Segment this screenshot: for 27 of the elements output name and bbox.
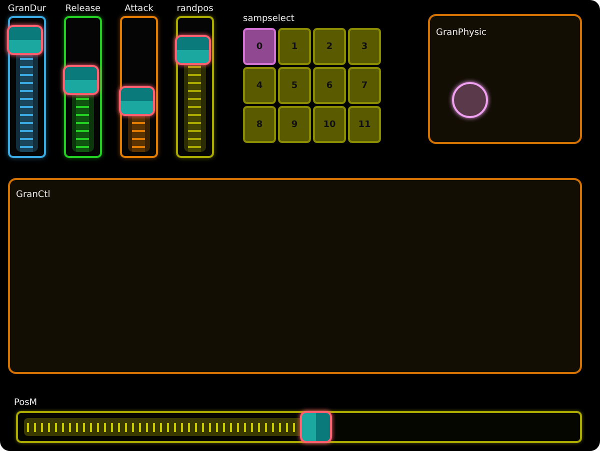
sample-pad[interactable]: 4 (243, 67, 276, 104)
sample-pad[interactable]: 5 (278, 67, 311, 104)
sample-pad[interactable]: 7 (348, 67, 381, 104)
fader-label: Release (65, 4, 101, 14)
slider-handle[interactable] (300, 411, 332, 443)
sample-pad[interactable]: 1 (278, 28, 311, 65)
sample-pad[interactable]: 11 (348, 106, 381, 143)
fader-handle[interactable] (175, 34, 211, 65)
slider-label: PosM (14, 398, 38, 408)
sample-pad[interactable]: 2 (313, 28, 346, 65)
fader-handle[interactable] (119, 86, 155, 116)
sample-pad[interactable]: 8 (243, 106, 276, 143)
fader-handle[interactable] (7, 25, 43, 56)
fader-label: GranDur (8, 4, 46, 14)
sample-pad[interactable]: 9 (278, 106, 311, 143)
sample-pad[interactable]: 6 (313, 67, 346, 104)
physics-panel[interactable]: GranPhysic (428, 14, 582, 144)
sample-pad[interactable]: 10 (313, 106, 346, 143)
fader-handle[interactable] (63, 65, 99, 96)
panel-title: GranPhysic (436, 28, 486, 38)
fader-label: Attack (124, 4, 154, 14)
sampselect-label: sampselect (243, 14, 296, 24)
panel-title: GranCtl (16, 190, 50, 200)
fader-label: randpos (176, 4, 214, 14)
puck-handle[interactable] (452, 82, 488, 118)
sample-pad[interactable]: 3 (348, 28, 381, 65)
sample-pad[interactable]: 0 (243, 28, 276, 65)
